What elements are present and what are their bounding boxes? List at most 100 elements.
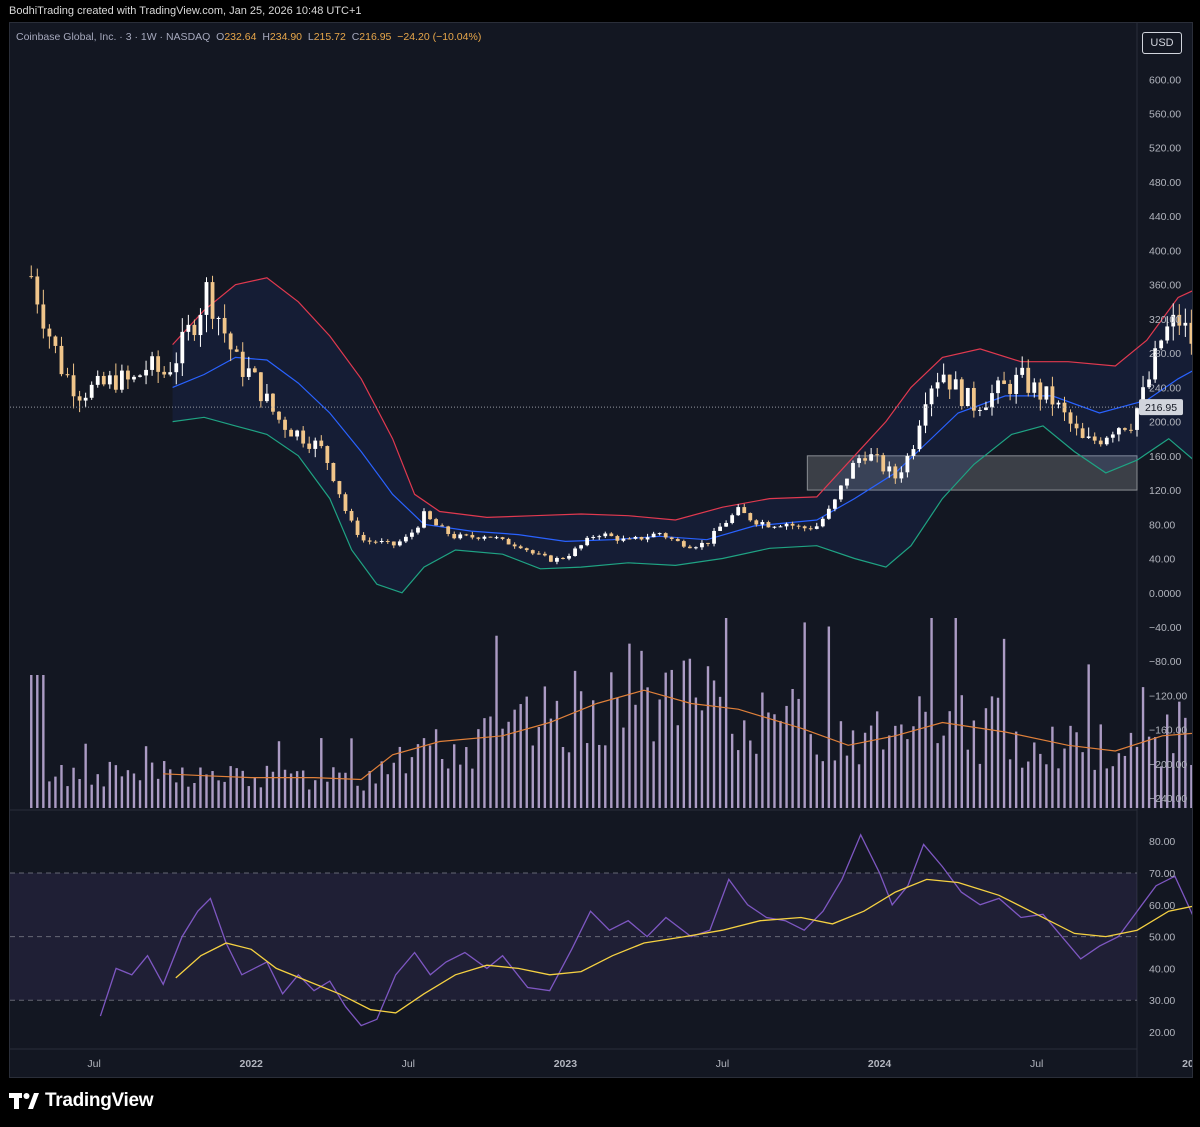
- candle-body: [1110, 434, 1115, 438]
- volume-bar: [241, 770, 244, 808]
- volume-bar: [555, 700, 559, 808]
- candle-body: [826, 508, 831, 519]
- volume-bar: [591, 700, 595, 808]
- candle-body: [416, 527, 420, 533]
- volume-bar: [634, 704, 637, 808]
- candle-body: [1014, 374, 1019, 394]
- rsi-tick-label: 50.00: [1149, 932, 1175, 944]
- volume-bar: [918, 696, 921, 808]
- volume-bar: [743, 720, 746, 808]
- chart-canvas[interactable]: 216.95 600.00 560.00 520.00 480.00 440.00 400.…: [10, 23, 1192, 1077]
- candle-body: [379, 541, 384, 543]
- currency-button[interactable]: USD: [1142, 32, 1182, 54]
- candle-body: [718, 526, 722, 531]
- low-value: 215.72: [313, 31, 346, 43]
- price-tick-label: −40.00: [1149, 622, 1182, 634]
- candle-body: [790, 523, 795, 526]
- candle-body: [35, 276, 40, 305]
- candle-body: [561, 557, 565, 559]
- volume-bar: [845, 755, 849, 808]
- volume-bar: [368, 771, 371, 808]
- rsi-tick-label: 30.00: [1149, 995, 1175, 1007]
- volume-bar: [156, 778, 160, 808]
- candle-body: [518, 546, 523, 549]
- high-value: 234.90: [269, 31, 303, 43]
- price-tick-label: 0.0000: [1149, 588, 1181, 600]
- volume-bar: [851, 730, 855, 808]
- candle-body: [107, 375, 112, 385]
- volume-bar: [404, 773, 408, 808]
- candle-body: [397, 541, 402, 546]
- volume-bar: [755, 753, 758, 808]
- time-tick-label: 2022: [240, 1058, 264, 1070]
- candle-body: [935, 382, 940, 389]
- candle-body: [59, 345, 64, 375]
- volume-bar: [1178, 701, 1181, 808]
- candle-body: [1008, 383, 1013, 394]
- time-tick-label: 2025: [1182, 1058, 1192, 1070]
- tradingview-logo[interactable]: TradingView: [9, 1090, 154, 1112]
- candle-body: [820, 518, 825, 527]
- candle-body: [252, 368, 257, 373]
- volume-bar: [434, 729, 438, 808]
- volume-bar: [48, 781, 51, 808]
- candle-body: [53, 336, 58, 346]
- volume-bar: [259, 787, 263, 808]
- volume-bar: [598, 744, 601, 808]
- price-tick-label: −160.00: [1149, 725, 1187, 737]
- volume-bar: [374, 783, 377, 808]
- candle-body: [410, 532, 414, 537]
- volume-bar: [205, 774, 208, 808]
- candle-body: [875, 454, 880, 456]
- volume-bar: [1099, 724, 1102, 808]
- volume-bar: [803, 622, 806, 808]
- volume-bar: [906, 739, 909, 808]
- volume-bar: [972, 720, 976, 808]
- volume-bar: [622, 727, 625, 808]
- rsi-tick-label: 60.00: [1149, 900, 1175, 912]
- rsi-tick-label: 70.00: [1149, 868, 1175, 880]
- volume-bar: [863, 732, 867, 808]
- volume-bar: [138, 780, 142, 808]
- volume-bar: [875, 711, 879, 808]
- tradingview-logo-icon: [9, 1093, 39, 1109]
- candle-body: [772, 526, 777, 528]
- volume-bar: [108, 761, 112, 808]
- volume-bar: [1069, 725, 1072, 808]
- candle-body: [990, 393, 994, 408]
- candle-body: [1123, 428, 1127, 430]
- volume-bar: [670, 669, 673, 808]
- volume-bar: [549, 718, 553, 808]
- candle-body: [289, 429, 293, 437]
- price-tick-label: 320.00: [1149, 314, 1181, 326]
- candle-body: [1050, 386, 1055, 405]
- change-value: −24.20 (−10.04%): [397, 31, 482, 43]
- volume-bar: [688, 658, 692, 808]
- candle-body: [512, 544, 517, 547]
- volume-bar: [652, 741, 655, 808]
- chart-frame[interactable]: 216.95 600.00 560.00 520.00 480.00 440.00 400.…: [9, 22, 1193, 1078]
- volume-bar: [1111, 766, 1115, 808]
- candle-body: [754, 520, 759, 525]
- volume-bar: [1093, 769, 1096, 808]
- candle-body: [1189, 322, 1192, 344]
- volume-bar: [694, 697, 698, 808]
- candle-body: [959, 379, 964, 407]
- volume-bar: [30, 675, 33, 808]
- volume-bar: [1045, 764, 1048, 808]
- candle-body: [132, 376, 136, 380]
- last-price-label: 216.95: [1145, 402, 1177, 414]
- candle-body: [101, 375, 106, 385]
- candle-body: [597, 536, 602, 538]
- price-tick-label: 360.00: [1149, 280, 1181, 292]
- volume-bar: [410, 757, 414, 808]
- candle-body: [796, 525, 801, 527]
- volume-bar: [42, 675, 45, 808]
- volume-bars: [30, 618, 1192, 808]
- volume-bar: [386, 774, 389, 808]
- candle-body: [1116, 428, 1121, 435]
- volume-bar: [229, 766, 232, 808]
- volume-bar: [797, 698, 800, 808]
- volume-bar: [144, 746, 148, 808]
- candle-body: [1032, 382, 1037, 393]
